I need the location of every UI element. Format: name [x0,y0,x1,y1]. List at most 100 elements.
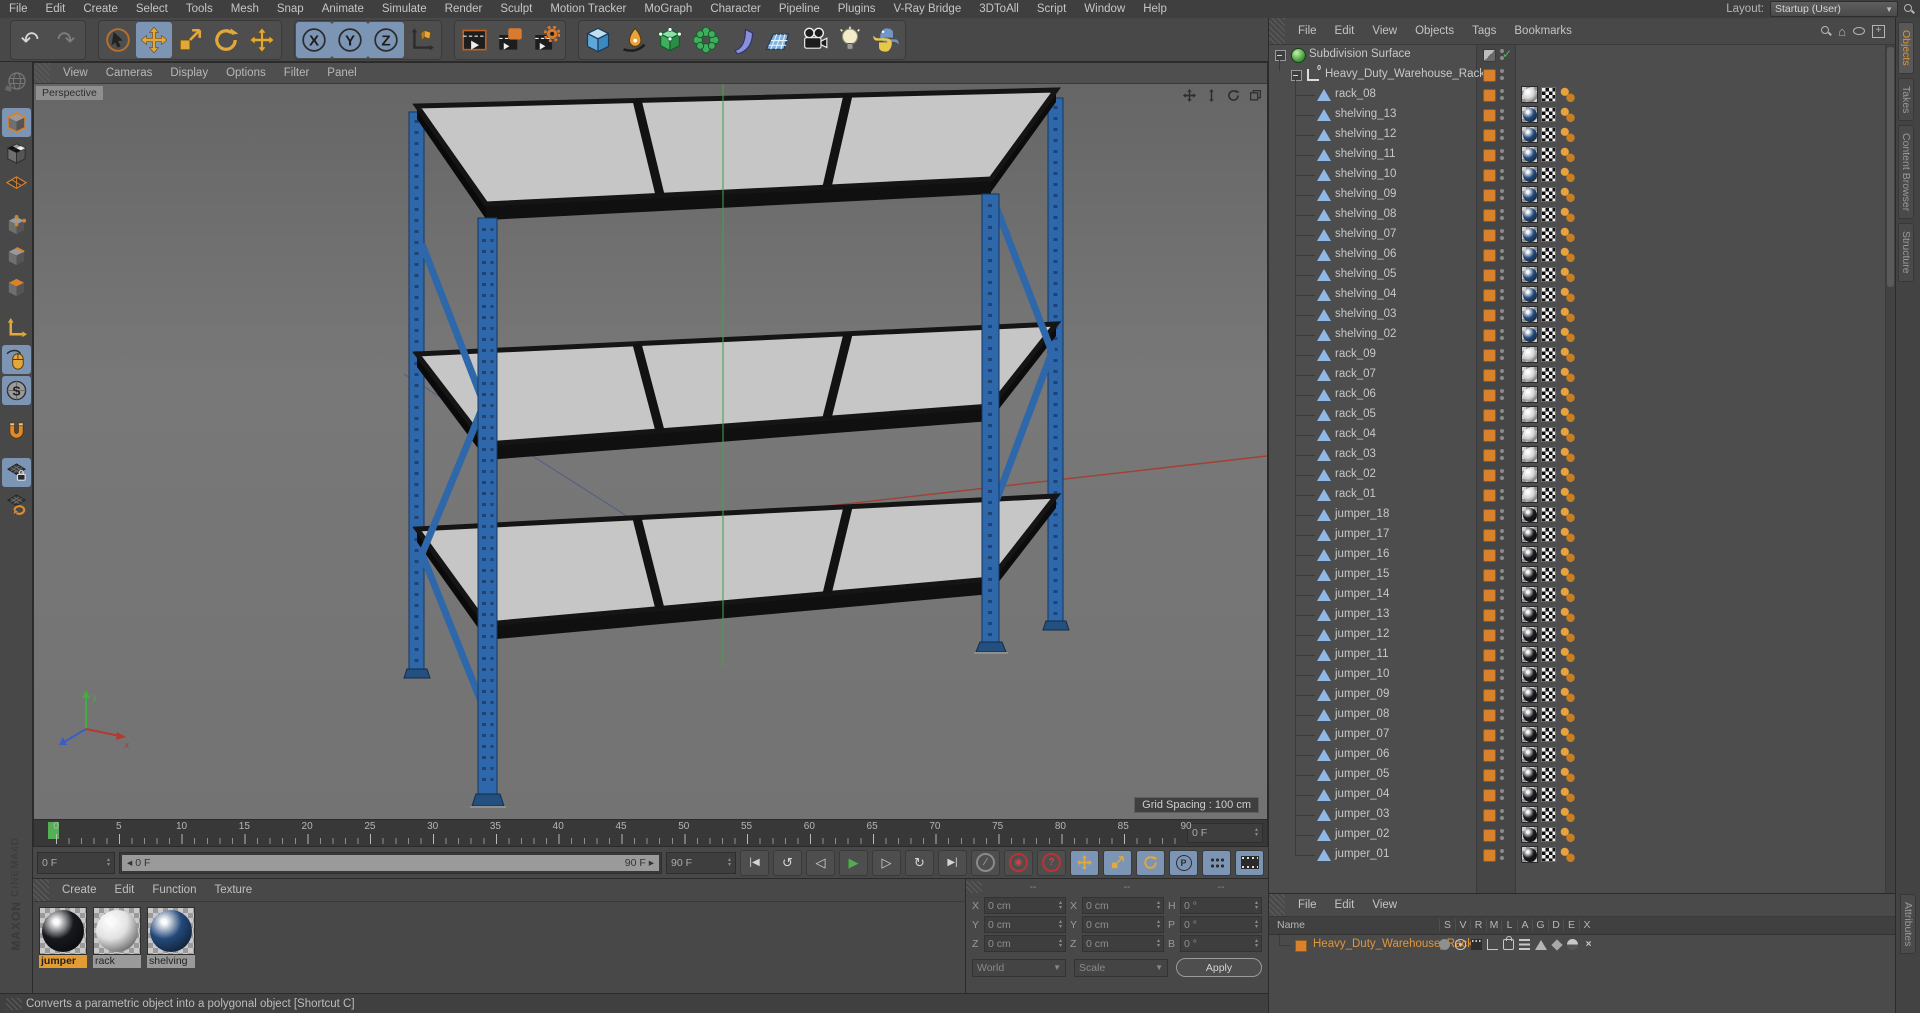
visibility-dots[interactable] [1500,389,1505,401]
visibility-dots[interactable] [1500,349,1505,361]
play-button[interactable]: ▶ [839,849,868,876]
visibility-dots[interactable] [1500,69,1505,81]
material-tag[interactable] [1521,506,1538,523]
layer-row[interactable]: Heavy_Duty_Warehouse_Rack × [1269,935,1896,955]
menu-item-view[interactable]: View [1363,25,1406,37]
tree-row-jumper-16[interactable]: jumper_16 [1269,545,1895,565]
coords-input-p[interactable]: 0 ° ▴ ▾ [1180,916,1262,933]
uvw-tag[interactable] [1541,247,1556,262]
phong-tag[interactable] [1560,787,1575,802]
coords-space-select[interactable]: World ▼ [972,958,1066,977]
coords-input-b[interactable]: 0 ° ▴ ▾ [1180,935,1262,952]
phong-tag[interactable] [1560,687,1575,702]
material-tag[interactable] [1521,766,1538,783]
tree-row-rack-09[interactable]: rack_09 [1269,345,1895,365]
layer-color-tag[interactable] [1483,329,1496,342]
key-pla-toggle[interactable] [1202,849,1231,876]
uvw-tag[interactable] [1541,187,1556,202]
layer-color-tag[interactable] [1483,549,1496,562]
tree-row-jumper-09[interactable]: jumper_09 [1269,685,1895,705]
spinner-arrows-icon[interactable]: ▴ ▾ [1255,900,1258,911]
om-filter-icon[interactable] [1853,27,1865,35]
add-camera-button[interactable] [796,22,832,58]
phong-tag[interactable] [1560,327,1575,342]
material-tag[interactable] [1521,86,1538,103]
material-tag[interactable] [1521,806,1538,823]
menu-item-cameras[interactable]: Cameras [97,67,162,79]
spinner-arrows-icon[interactable]: ▴ ▾ [1255,938,1258,949]
tree-row-jumper-10[interactable]: jumper_10 [1269,665,1895,685]
phong-tag[interactable] [1560,147,1575,162]
phong-tag[interactable] [1560,347,1575,362]
enabled-check-icon[interactable]: ✓ [1502,47,1512,61]
layer-color-tag[interactable] [1483,229,1496,242]
layer-color-tag[interactable] [1483,469,1496,482]
visibility-dots[interactable] [1500,609,1505,621]
redo-button[interactable]: ↷ [48,22,84,58]
menu-item-help[interactable]: Help [1134,3,1176,15]
material-tag[interactable] [1521,726,1538,743]
tree-row-subdivision-surface[interactable]: Subdivision Surface ✓ [1269,45,1895,65]
visibility-dots[interactable] [1500,229,1505,241]
viewport-canvas[interactable]: Perspective y x Grid Spacing: 100 cm [34,84,1267,819]
render-view-button[interactable] [456,22,492,58]
pan-view-icon[interactable] [1181,87,1197,103]
visibility-dots[interactable] [1500,769,1505,781]
layer-color-tag[interactable] [1483,249,1496,262]
layer-color-tag[interactable] [1483,149,1496,162]
material-tag[interactable] [1521,326,1538,343]
tree-row-jumper-08[interactable]: jumper_08 [1269,705,1895,725]
tree-row-shelving-12[interactable]: shelving_12 [1269,125,1895,145]
uvw-tag[interactable] [1541,447,1556,462]
phong-tag[interactable] [1560,547,1575,562]
material-jumper[interactable]: jumper [39,907,87,968]
menu-item-bookmarks[interactable]: Bookmarks [1505,25,1581,37]
menu-item-select[interactable]: Select [127,3,177,15]
python-script-button[interactable] [868,22,904,58]
layer-color-tag[interactable] [1483,409,1496,422]
uvw-tag[interactable] [1541,527,1556,542]
zoom-view-icon[interactable] [1203,87,1219,103]
visibility-dots[interactable] [1500,369,1505,381]
menu-item-animate[interactable]: Animate [313,3,373,15]
menu-item-plugins[interactable]: Plugins [829,3,885,15]
material-tag[interactable] [1521,286,1538,303]
tree-row-shelving-13[interactable]: shelving_13 [1269,105,1895,125]
visibility-dots[interactable] [1500,409,1505,421]
material-tag[interactable] [1521,666,1538,683]
maximize-view-icon[interactable] [1247,87,1263,103]
key-position-toggle[interactable] [1070,849,1099,876]
tree-row-rack-06[interactable]: rack_06 [1269,385,1895,405]
enable-quantizing-button[interactable] [1,345,31,374]
phong-tag[interactable] [1560,167,1575,182]
material-tag[interactable] [1521,266,1538,283]
edges-mode-button[interactable] [2,242,31,271]
menu-item-options[interactable]: Options [217,67,275,79]
visibility-dots[interactable] [1500,129,1505,141]
layer-color-tag[interactable] [1483,589,1496,602]
spinner-arrows-icon[interactable]: ▴ ▾ [728,857,731,868]
visibility-dots[interactable] [1500,449,1505,461]
material-tag[interactable] [1521,226,1538,243]
spinner-arrows-icon[interactable]: ▴ ▾ [1059,938,1062,949]
phong-tag[interactable] [1560,607,1575,622]
uvw-tag[interactable] [1541,707,1556,722]
menu-item-function[interactable]: Function [143,884,205,896]
layer-color-tag[interactable] [1483,109,1496,122]
uvw-tag[interactable] [1541,427,1556,442]
layer-color-tag[interactable] [1483,189,1496,202]
tree-row-jumper-15[interactable]: jumper_15 [1269,565,1895,585]
move-tool-button[interactable] [136,21,172,58]
visibility-dots[interactable] [1500,649,1505,661]
material-tag[interactable] [1521,846,1538,863]
material-tag[interactable] [1521,546,1538,563]
phong-tag[interactable] [1560,127,1575,142]
phong-tag[interactable] [1560,187,1575,202]
tree-row-shelving-08[interactable]: shelving_08 [1269,205,1895,225]
layout-select[interactable]: Startup (User) ▼ [1770,1,1898,17]
menu-item-motion-tracker[interactable]: Motion Tracker [541,3,635,15]
visibility-dots[interactable] [1500,329,1505,341]
render-mode-tag[interactable] [1483,49,1496,62]
menu-item-create[interactable]: Create [53,884,106,896]
next-frame-button[interactable]: ▷ [872,849,901,876]
